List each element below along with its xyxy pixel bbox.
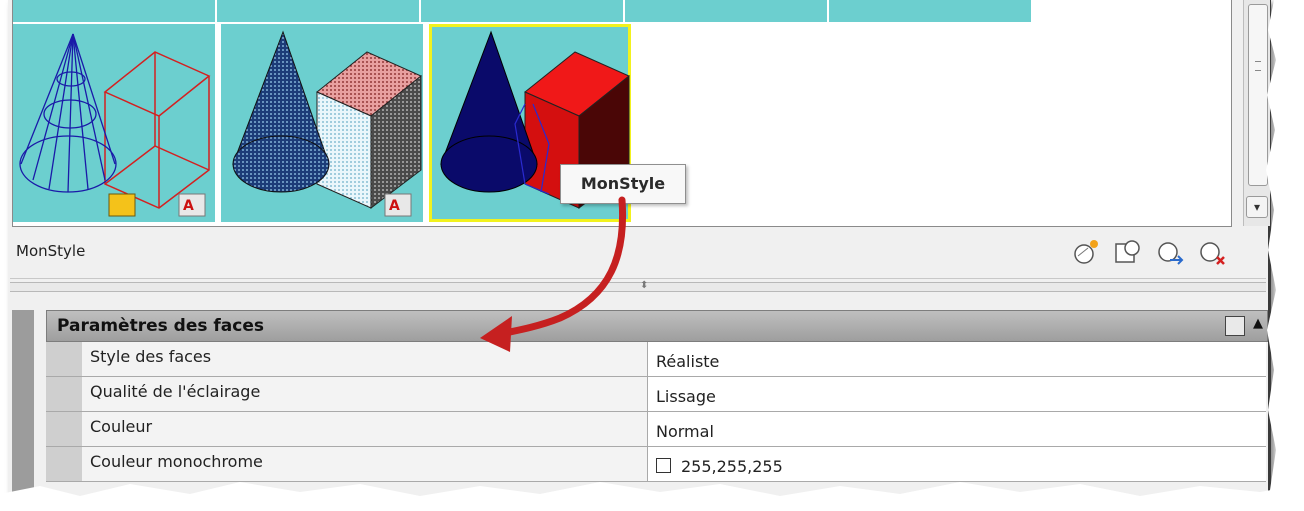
section-toggle-icon[interactable] — [1225, 316, 1245, 336]
property-row[interactable]: Qualité de l'éclairage Lissage — [46, 377, 1266, 412]
thumbnail-top-2[interactable] — [217, 0, 421, 22]
thumbnail-wireframe-style[interactable]: A — [13, 24, 215, 222]
annotation-arrow — [480, 196, 627, 352]
thumbnail-top-3[interactable] — [421, 0, 625, 22]
delete-style-icon[interactable] — [1196, 236, 1228, 268]
svg-text:A: A — [183, 198, 194, 214]
property-row[interactable]: Style des faces Réaliste — [46, 342, 1266, 377]
row-indent — [46, 412, 83, 446]
thumbnail-row-top — [13, 0, 1037, 22]
torn-edge-right — [1264, 0, 1304, 511]
property-name: Couleur — [82, 412, 648, 446]
scroll-grip-icon — [1255, 61, 1261, 71]
section-title: Paramètres des faces — [57, 316, 264, 336]
color-swatch-icon — [656, 458, 671, 473]
property-value[interactable]: Lissage — [648, 377, 1266, 411]
property-value[interactable]: Réaliste — [648, 342, 1266, 376]
apply-to-viewport-icon[interactable] — [1112, 236, 1144, 268]
properties-left-rail — [12, 310, 34, 496]
svg-text:A: A — [389, 198, 400, 214]
thumbnail-top-5[interactable] — [829, 0, 1033, 22]
row-indent — [46, 377, 83, 411]
export-to-palette-icon[interactable] — [1154, 236, 1186, 268]
property-name: Qualité de l'éclairage — [82, 377, 648, 411]
current-style-name: MonStyle — [16, 242, 86, 260]
wireframe-cone-box-image: A — [19, 33, 211, 217]
dotted-cone-box-image: A — [232, 30, 422, 217]
thumbnail-top-4[interactable] — [625, 0, 829, 22]
section-header-faces[interactable]: Paramètres des faces ▲ — [46, 310, 1268, 342]
torn-edge-bottom — [0, 482, 1304, 511]
thumbnail-top-1[interactable] — [13, 0, 217, 22]
create-style-icon[interactable] — [1070, 236, 1102, 268]
property-row[interactable]: Couleur Normal — [46, 412, 1266, 447]
thumbnail-shaded-style[interactable]: A — [221, 24, 423, 222]
monochrome-color-value: 255,255,255 — [681, 457, 783, 476]
collapse-arrow-icon[interactable]: ▲ — [1253, 316, 1263, 331]
row-indent — [46, 342, 83, 376]
property-value[interactable]: Normal — [648, 412, 1266, 446]
properties-grid: Style des faces Réaliste Qualité de l'éc… — [46, 342, 1266, 482]
